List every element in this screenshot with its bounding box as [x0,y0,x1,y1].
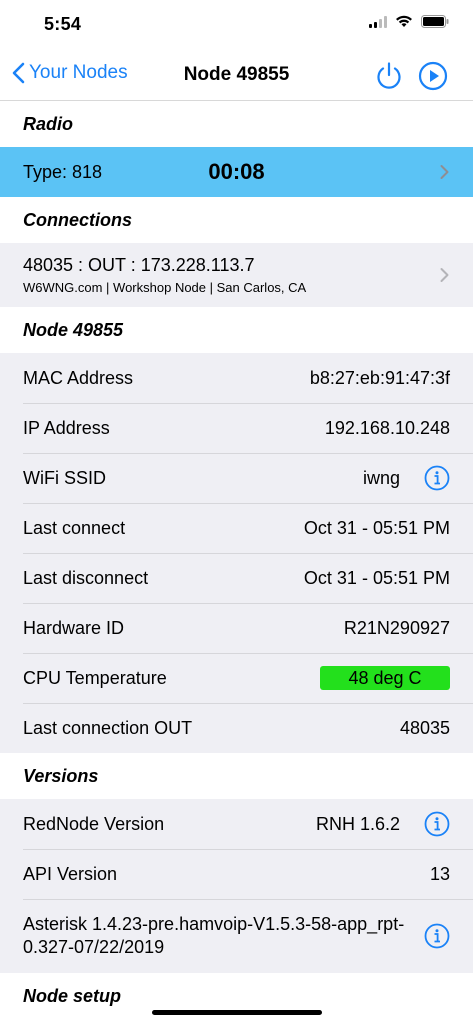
cpu-temperature-badge: 48 deg C [320,666,450,690]
status-time: 5:54 [44,14,82,34]
row-label: Last connect [23,517,126,538]
section-header-radio: Radio [0,101,473,147]
versions-group: RedNode Version RNH 1.6.2 API Version 13… [0,799,473,973]
row-cpu-temperature: CPU Temperature 48 deg C [0,653,473,703]
row-value: R21N290927 [343,617,450,638]
content: Radio Type: 818 00:08 Connections 48035 … [0,101,473,1019]
connection-sub: W6WNG.com | Workshop Node | San Carlos, … [23,280,307,295]
row-last-connection-out: Last connection OUT 48035 [0,703,473,753]
row-label: Last connection OUT [23,717,193,738]
navigation-bar: Your Nodes Node 49855 [0,50,473,101]
status-bar: 5:54 [0,0,473,50]
connection-main: 48035 : OUT : 173.228.113.7 [23,255,255,275]
row-value: RNH 1.6.2 [315,813,400,834]
row-label: MAC Address [23,367,134,388]
info-icon[interactable] [424,923,450,949]
row-label: Hardware ID [23,617,125,638]
wifi-icon [395,15,413,33]
play-circle-icon [418,61,448,91]
asterisk-version-text: Asterisk 1.4.23-pre.hamvoip-V1.5.3-58-ap… [23,914,405,957]
row-value: iwng [362,467,400,488]
row-last-disconnect: Last disconnect Oct 31 - 05:51 PM [0,553,473,603]
row-label: CPU Temperature [23,667,167,688]
info-icon[interactable] [424,465,450,491]
row-value: 192.168.10.248 [324,417,450,438]
row-last-connect: Last connect Oct 31 - 05:51 PM [0,503,473,553]
section-header-connections: Connections [0,197,473,243]
chevron-right-icon [440,165,449,179]
status-icons [369,15,449,33]
power-button[interactable] [374,61,404,96]
row-value: Oct 31 - 05:51 PM [303,517,450,538]
power-icon [377,62,401,89]
row-api-version: API Version 13 [0,849,473,899]
connection-row[interactable]: 48035 : OUT : 173.228.113.7 W6WNG.com | … [0,243,473,307]
row-rednode-version: RedNode Version RNH 1.6.2 [0,799,473,849]
row-wifi-ssid: WiFi SSID iwng [0,453,473,503]
row-value: 48035 [399,717,450,738]
section-header-versions: Versions [0,753,473,799]
row-label: Last disconnect [23,567,149,588]
node-info-group: MAC Address b8:27:eb:91:47:3f IP Address… [0,353,473,753]
play-button[interactable] [418,61,448,96]
signal-icon [369,15,387,33]
row-hardware-id: Hardware ID R21N290927 [0,603,473,653]
row-value: Oct 31 - 05:51 PM [303,567,450,588]
row-ip-address: IP Address 192.168.10.248 [0,403,473,453]
chevron-right-icon [440,268,449,282]
row-label: API Version [23,863,118,884]
row-asterisk-version: Asterisk 1.4.23-pre.hamvoip-V1.5.3-58-ap… [0,899,473,973]
info-icon[interactable] [424,811,450,837]
row-label: IP Address [23,417,110,438]
row-label: RedNode Version [23,813,165,834]
home-indicator[interactable] [152,1010,322,1015]
row-mac-address: MAC Address b8:27:eb:91:47:3f [0,353,473,403]
section-header-node: Node 49855 [0,307,473,353]
battery-icon [421,15,449,33]
radio-timer: 00:08 [208,159,265,184]
row-label: WiFi SSID [23,467,106,488]
radio-row[interactable]: Type: 818 00:08 [0,147,473,197]
row-value: b8:27:eb:91:47:3f [309,367,450,388]
row-value: 13 [429,863,450,884]
